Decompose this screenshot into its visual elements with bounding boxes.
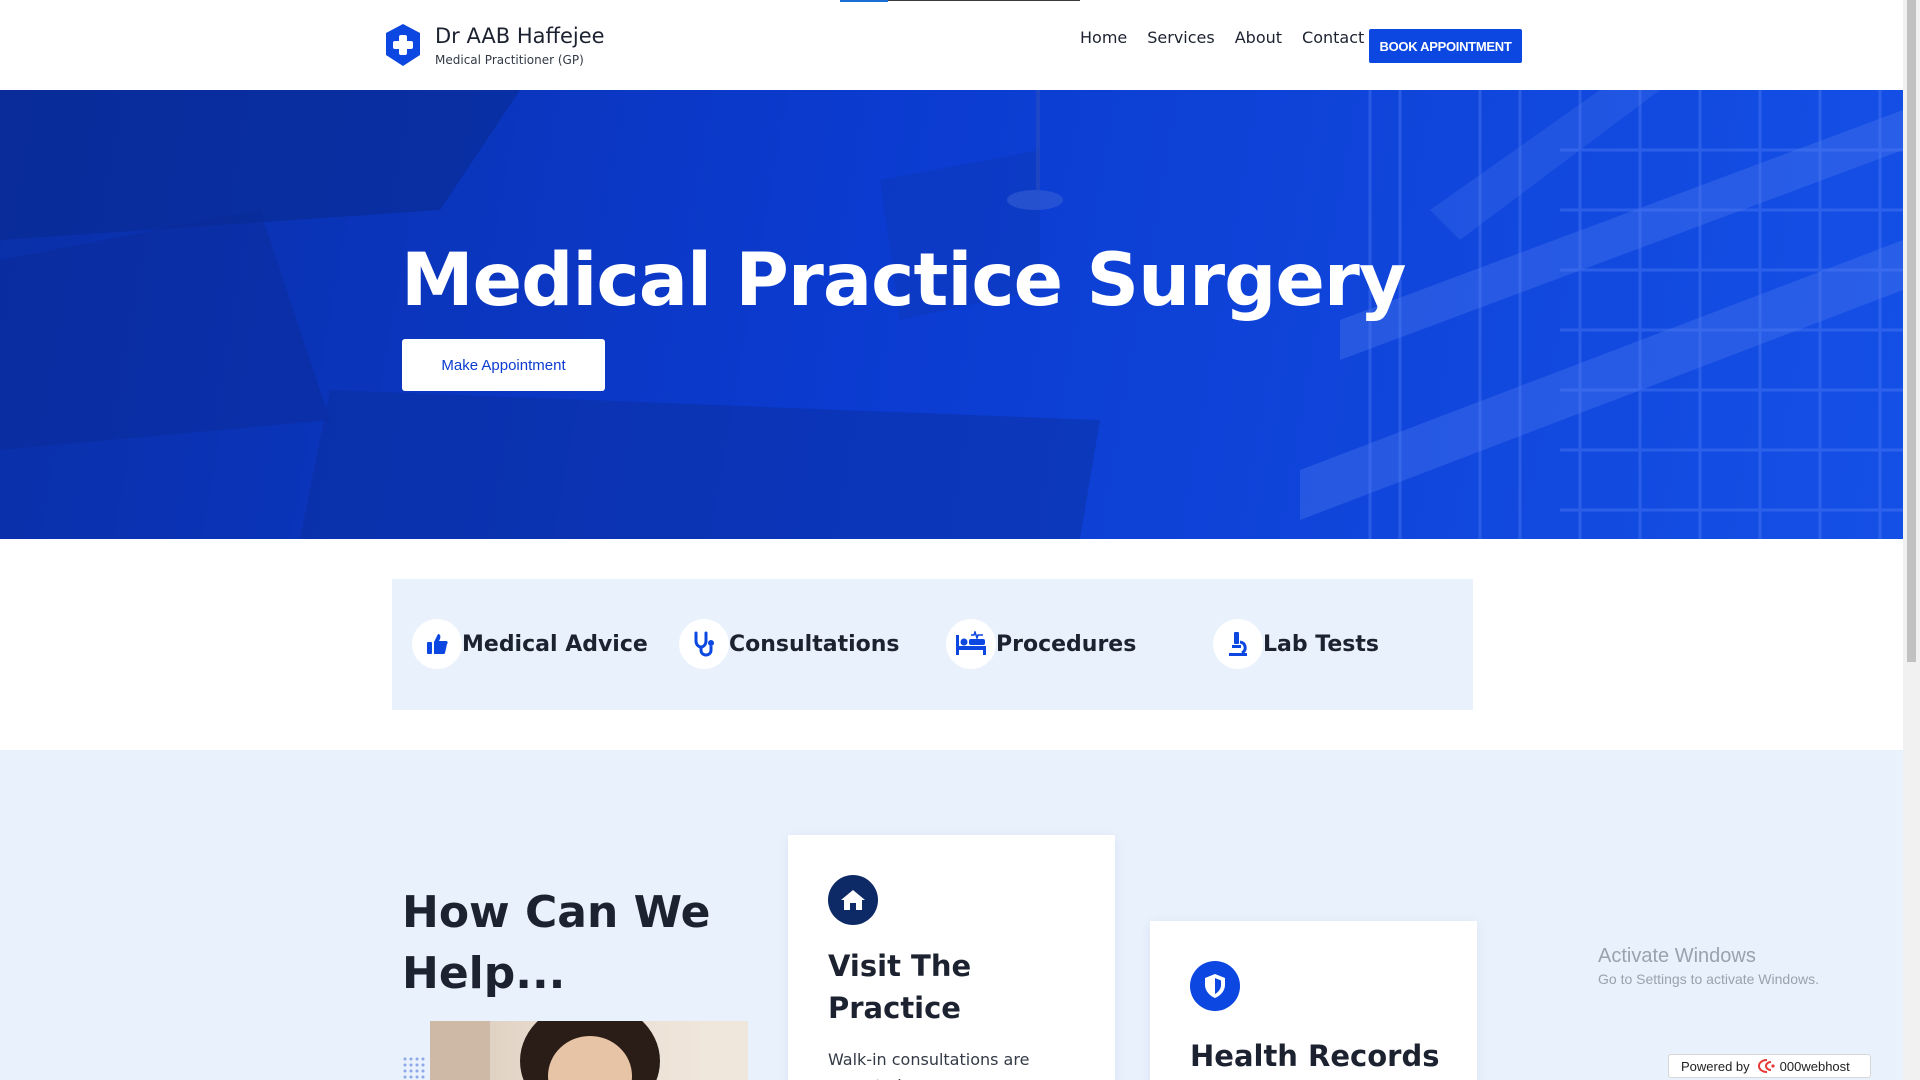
stethoscope-icon xyxy=(679,619,729,669)
feature-label: Procedures xyxy=(996,631,1137,657)
feature-label: Medical Advice xyxy=(462,631,648,657)
main-nav: Home Services About Contact xyxy=(1080,28,1384,47)
powered-brand-name: 000webhost xyxy=(1779,1058,1850,1074)
book-appointment-button[interactable]: BOOK APPOINTMENT xyxy=(1369,29,1522,63)
nav-contact[interactable]: Contact xyxy=(1302,28,1364,47)
service-card-health-records[interactable]: Health Records xyxy=(1150,921,1477,1080)
feature-lab-tests[interactable]: Lab Tests xyxy=(1213,619,1379,669)
shield-icon xyxy=(1190,961,1240,1011)
medical-cross-shield-icon xyxy=(386,24,420,66)
card-text: Walk-in consultations are accepted... xyxy=(828,1050,1030,1080)
card-title: Visit The Practice xyxy=(828,949,972,1025)
site-header: Dr AAB Haffejee Medical Practitioner (GP… xyxy=(0,0,1903,90)
hospital-bed-icon xyxy=(946,619,996,669)
brand-title: Dr AAB Haffejee xyxy=(435,24,605,48)
feature-consultations[interactable]: Consultations xyxy=(679,619,900,669)
nav-about[interactable]: About xyxy=(1235,28,1282,47)
feature-label: Consultations xyxy=(729,631,900,657)
service-card-visit-practice[interactable]: Visit The Practice Walk-in consultations… xyxy=(788,835,1115,1080)
doctor-photo xyxy=(430,1021,748,1080)
page-load-indicator xyxy=(840,0,1080,2)
page-scrollbar[interactable] xyxy=(1903,0,1920,1080)
feature-label: Lab Tests xyxy=(1263,631,1379,657)
brand-subtitle: Medical Practitioner (GP) xyxy=(435,53,584,67)
microscope-icon xyxy=(1213,619,1263,669)
feature-procedures[interactable]: Procedures xyxy=(946,619,1136,669)
thumbs-up-icon xyxy=(412,619,462,669)
help-section: How Can We Help... Visit The Practice Wa… xyxy=(0,750,1903,1080)
brand[interactable]: Dr AAB Haffejee Medical Practitioner (GP… xyxy=(383,22,605,68)
activate-title: Activate Windows xyxy=(1598,945,1756,967)
help-title: How Can We Help... xyxy=(402,887,711,999)
dot-pattern-decoration xyxy=(403,1057,425,1079)
powered-by-badge[interactable]: Powered by 000webhost xyxy=(1668,1054,1871,1078)
000webhost-logo-icon xyxy=(1757,1059,1776,1073)
hero-title: Medical Practice Surgery xyxy=(401,238,1406,323)
features-strip: Medical Advice Consultations Procedures xyxy=(392,579,1473,710)
activate-subtitle: Go to Settings to activate Windows. xyxy=(1598,971,1819,987)
windows-activation-watermark: Activate Windows Go to Settings to activ… xyxy=(1598,945,1819,987)
card-title: Health Records xyxy=(1190,1039,1440,1073)
powered-by-label: Powered by xyxy=(1681,1058,1750,1074)
make-appointment-button[interactable]: Make Appointment xyxy=(402,339,605,391)
feature-medical-advice[interactable]: Medical Advice xyxy=(412,619,648,669)
home-icon xyxy=(828,875,878,925)
nav-home[interactable]: Home xyxy=(1080,28,1127,47)
hero-banner: Medical Practice Surgery Make Appointmen… xyxy=(0,90,1903,539)
nav-services[interactable]: Services xyxy=(1147,28,1214,47)
scrollbar-thumb[interactable] xyxy=(1907,0,1916,662)
